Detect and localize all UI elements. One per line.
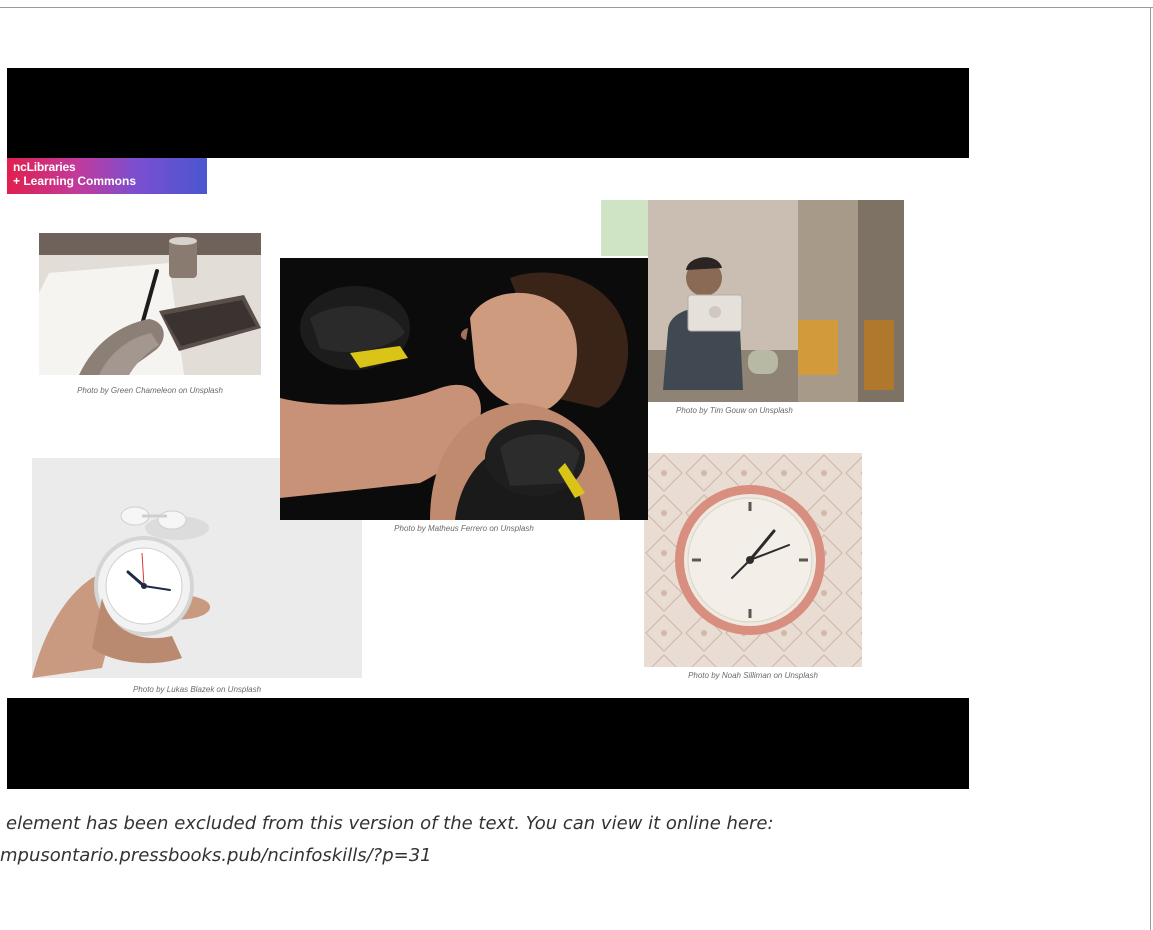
notice-line-1: element has been excluded from this vers…	[6, 813, 774, 834]
logo-line-1: ncLibraries	[13, 160, 76, 174]
caption-wall-clock: Photo by Noah Silliman on Unsplash	[688, 671, 818, 680]
wall-clock-illustration	[644, 453, 862, 667]
slide: ncLibraries + Learning Commons Photo by …	[7, 158, 969, 698]
logo-line-2: + Learning Commons	[13, 174, 137, 188]
right-border	[1150, 7, 1151, 930]
caption-boxer: Photo by Matheus Ferrero on Unsplash	[394, 524, 534, 533]
boxer-illustration	[280, 258, 648, 520]
photo-laptop-man	[648, 200, 904, 402]
caption-hand-clock: Photo by Lukas Blazek on Unsplash	[132, 685, 262, 694]
photo-writing	[39, 233, 261, 375]
caption-writing: Photo by Green Chameleon on Unsplash	[77, 386, 223, 395]
photo-wall-clock	[644, 453, 862, 667]
embedded-video-frame[interactable]: ncLibraries + Learning Commons Photo by …	[7, 68, 969, 789]
laptop-man-illustration	[648, 200, 904, 402]
caption-laptop: Photo by Tim Gouw on Unsplash	[676, 406, 793, 415]
writing-illustration	[39, 233, 261, 375]
top-border	[0, 7, 1153, 8]
notice-link[interactable]: mpusontario.pressbooks.pub/ncinfoskills/…	[0, 841, 432, 871]
photo-boxer	[280, 258, 648, 520]
nc-libraries-logo: ncLibraries + Learning Commons	[7, 158, 207, 194]
photo-green-strip	[601, 200, 649, 256]
